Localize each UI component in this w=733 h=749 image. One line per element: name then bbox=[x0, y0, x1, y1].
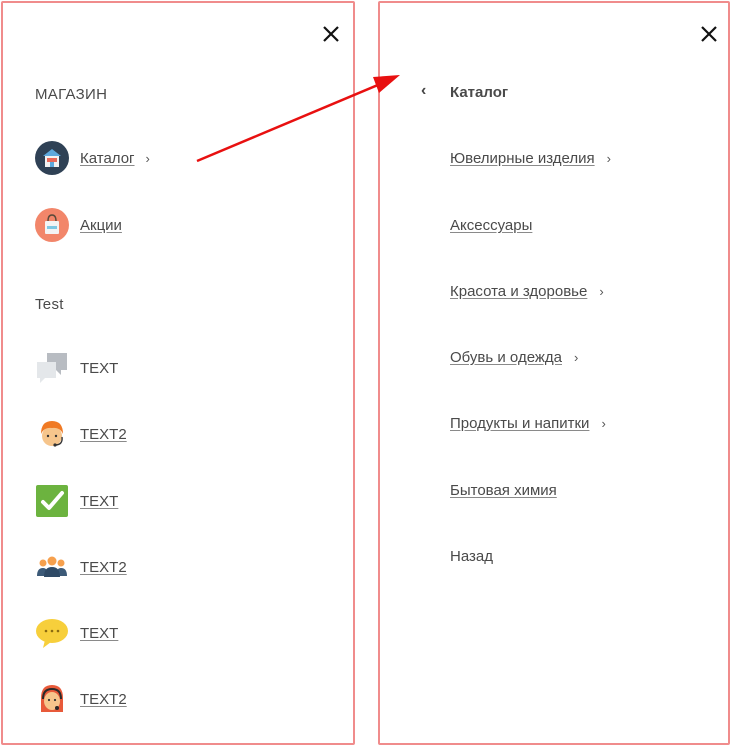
close-icon[interactable] bbox=[698, 23, 720, 45]
menu-item-promo-label: Акции bbox=[80, 216, 122, 234]
menu-item-text-1[interactable]: TEXT bbox=[35, 351, 118, 385]
catalog-item-label: Ювелирные изделия bbox=[450, 150, 595, 167]
menu-item-text-2-label: TEXT bbox=[80, 492, 119, 510]
section-heading-test: Test bbox=[35, 296, 64, 313]
menu-panel-main: МАГАЗИН Каталог › Акции Test TEXT TEXT2 … bbox=[1, 1, 355, 745]
catalog-item-accessories[interactable]: Аксессуары bbox=[450, 217, 532, 234]
checkmark-icon bbox=[36, 485, 68, 517]
catalog-item-label: Бытовая химия bbox=[450, 482, 557, 499]
catalog-item-label: Обувь и одежда bbox=[450, 349, 562, 366]
menu-item-text-1-label: TEXT bbox=[80, 359, 119, 377]
menu-item-text2-1[interactable]: TEXT2 bbox=[35, 417, 127, 451]
submenu-title-label: Каталог bbox=[450, 84, 509, 101]
close-icon[interactable] bbox=[320, 23, 342, 45]
menu-item-text-3[interactable]: TEXT bbox=[35, 616, 118, 650]
chevron-right-icon: › bbox=[601, 416, 606, 431]
catalog-item-food[interactable]: Продукты и напитки › bbox=[450, 415, 606, 432]
chevron-right-icon: › bbox=[574, 350, 579, 365]
menu-item-catalog[interactable]: Каталог › bbox=[35, 141, 150, 175]
menu-item-text-2[interactable]: TEXT bbox=[35, 484, 118, 518]
section-heading-shop: МАГАЗИН bbox=[35, 86, 108, 103]
team-icon bbox=[37, 556, 67, 577]
catalog-item-beauty[interactable]: Красота и здоровье › bbox=[450, 283, 604, 300]
sale-bag-icon bbox=[35, 208, 69, 242]
support-agent-icon bbox=[41, 421, 63, 447]
chevron-right-icon: › bbox=[606, 151, 611, 166]
chat-bubbles-icon bbox=[37, 353, 67, 383]
submenu-title: Каталог bbox=[450, 84, 508, 101]
back-link[interactable]: Назад bbox=[450, 548, 493, 565]
catalog-item-label: Красота и здоровье bbox=[450, 283, 588, 300]
catalog-item-household[interactable]: Бытовая химия bbox=[450, 482, 557, 499]
menu-item-text2-2[interactable]: TEXT2 bbox=[35, 550, 127, 584]
catalog-item-clothing[interactable]: Обувь и одежда › bbox=[450, 349, 578, 366]
menu-item-text2-1-label: TEXT2 bbox=[80, 425, 127, 443]
menu-item-text2-3[interactable]: TEXT2 bbox=[35, 682, 127, 716]
menu-panel-catalog: ‹ Каталог Ювелирные изделия › Аксессуары… bbox=[378, 1, 730, 745]
chevron-left-icon[interactable]: ‹ bbox=[421, 82, 426, 100]
menu-item-text2-3-label: TEXT2 bbox=[80, 690, 127, 708]
chevron-right-icon: › bbox=[145, 150, 150, 166]
catalog-item-label: Аксессуары bbox=[450, 217, 533, 234]
menu-item-text2-2-label: TEXT2 bbox=[80, 558, 127, 576]
menu-item-text-3-label: TEXT bbox=[80, 624, 119, 642]
catalog-item-label: Продукты и напитки bbox=[450, 415, 590, 432]
catalog-item-jewelry[interactable]: Ювелирные изделия › bbox=[450, 150, 611, 167]
shop-icon bbox=[35, 141, 69, 175]
chevron-right-icon: › bbox=[599, 284, 604, 299]
menu-item-promo[interactable]: Акции bbox=[35, 208, 122, 242]
speech-bubble-icon bbox=[36, 619, 68, 648]
headset-operator-icon bbox=[41, 685, 63, 712]
menu-item-catalog-label: Каталог bbox=[80, 149, 135, 167]
back-link-label: Назад bbox=[450, 548, 493, 565]
